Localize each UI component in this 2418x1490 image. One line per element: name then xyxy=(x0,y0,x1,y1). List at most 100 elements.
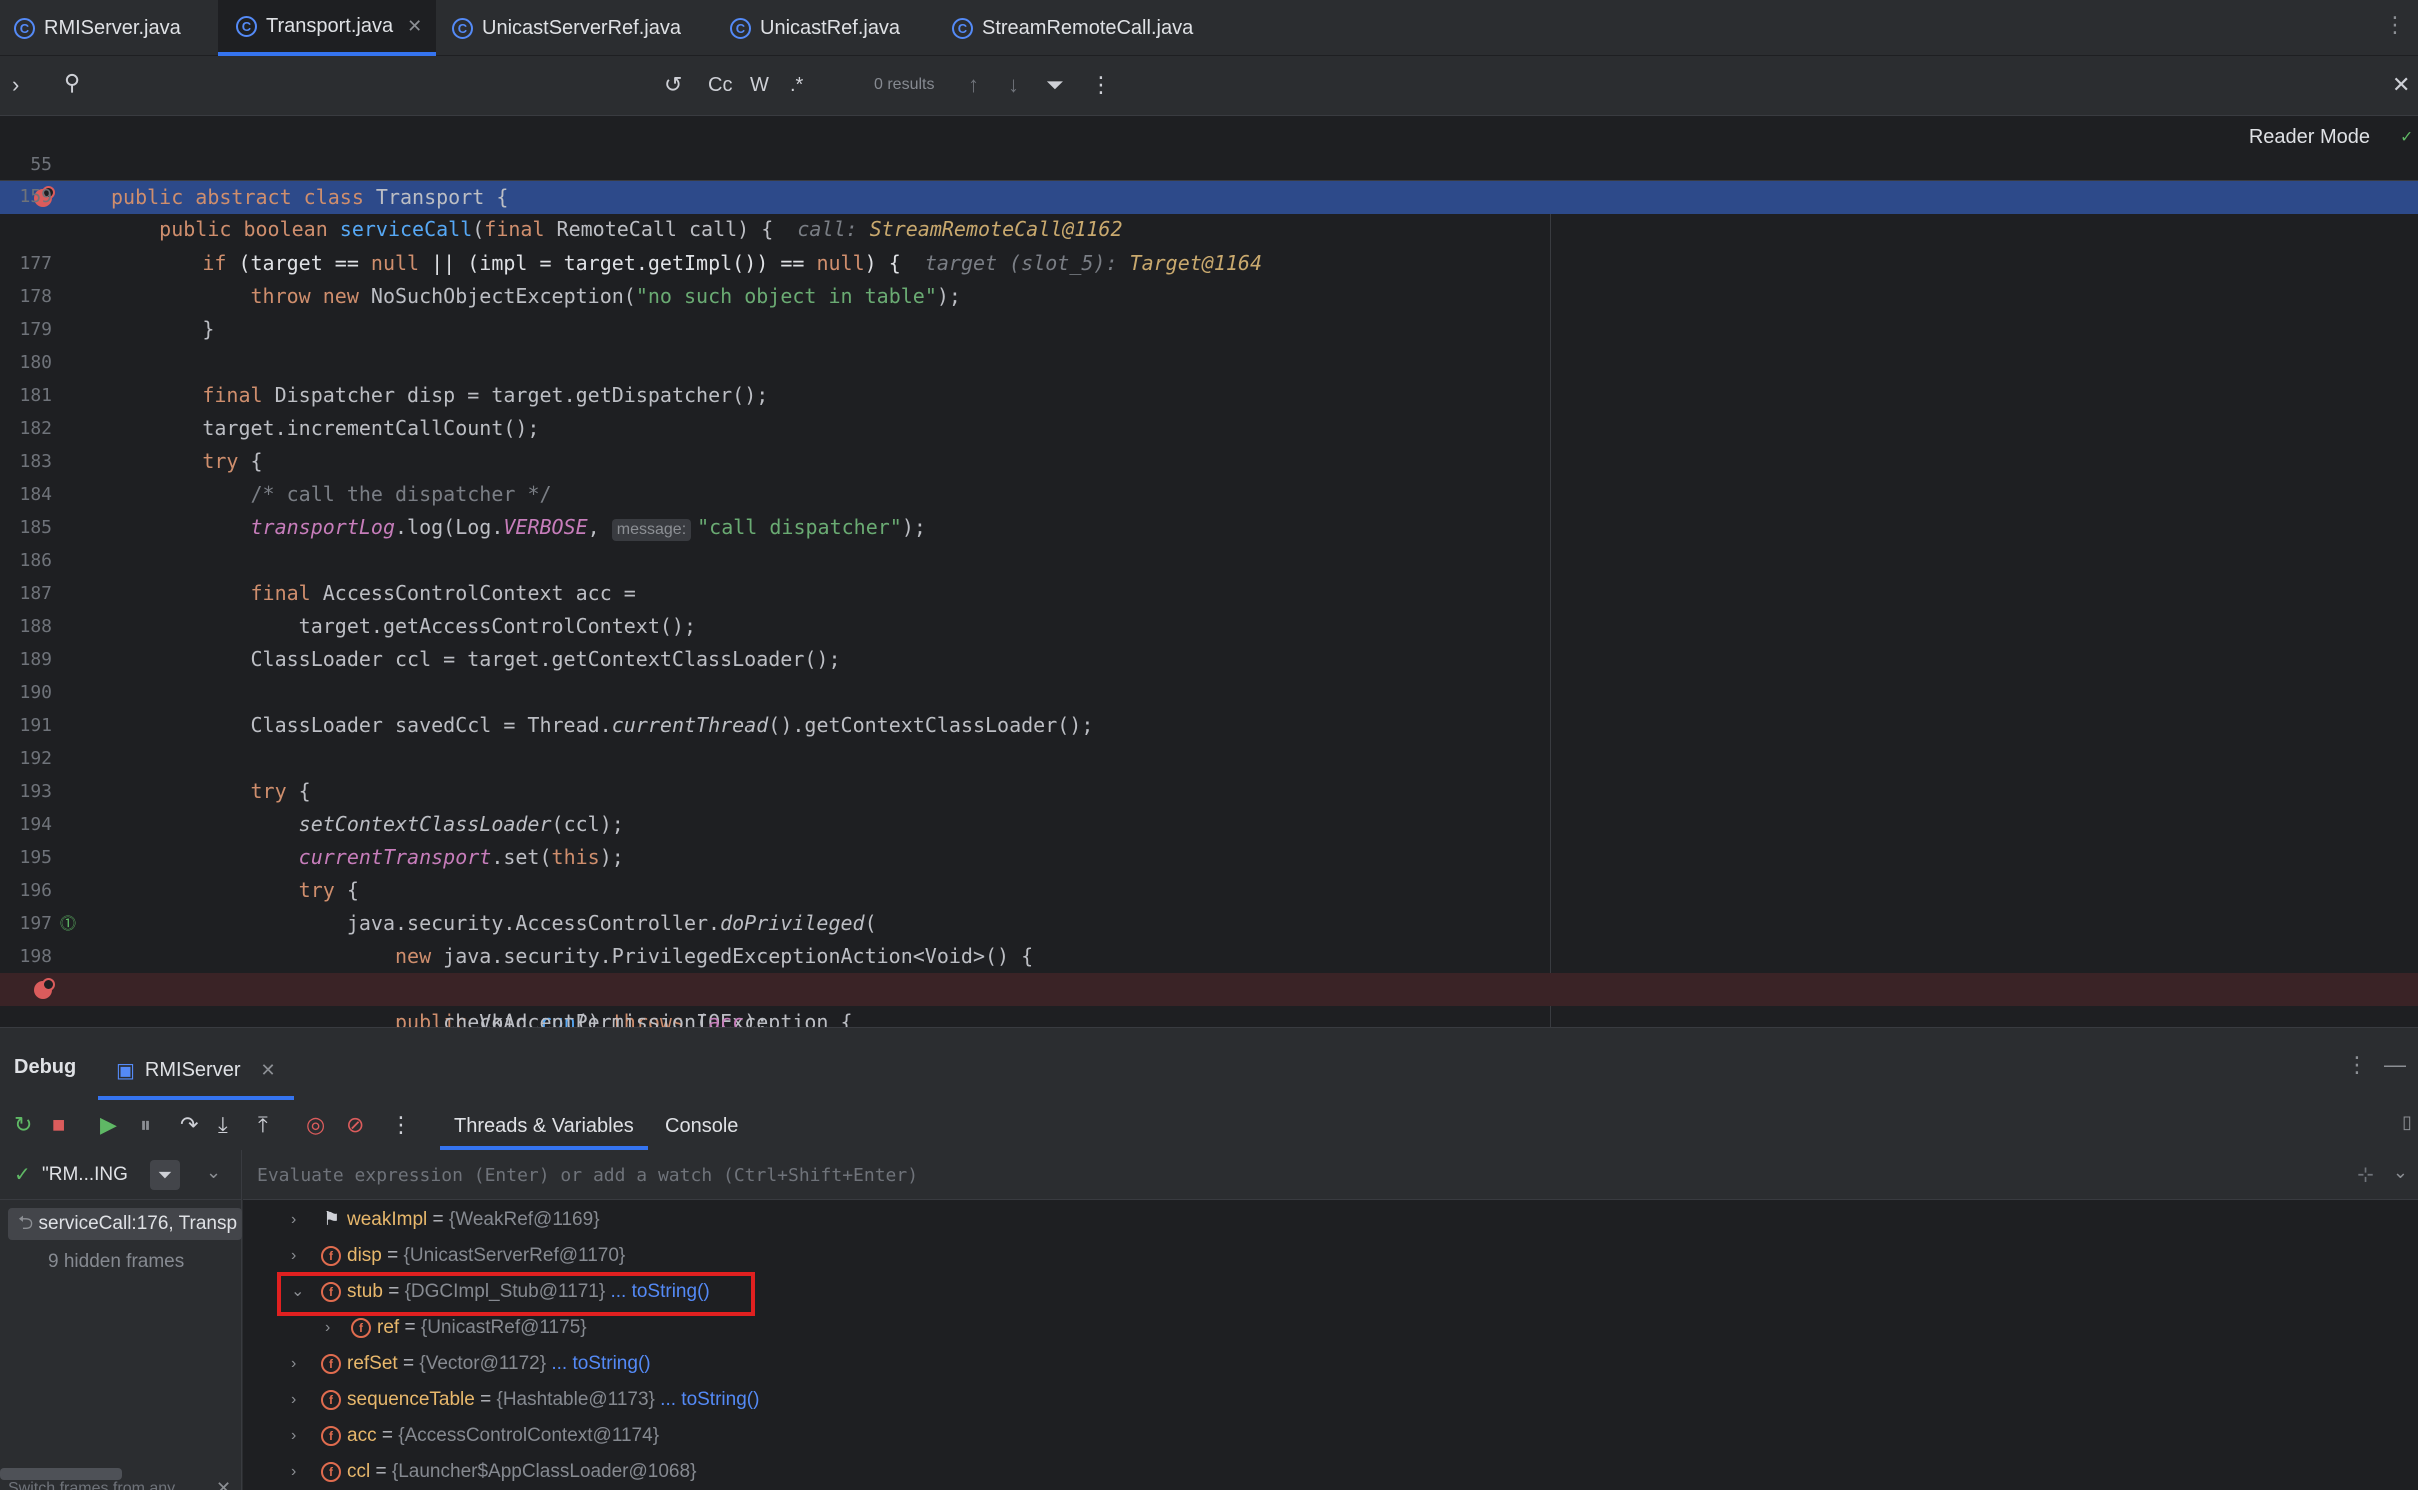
stop-icon[interactable]: ■ xyxy=(52,1112,65,1138)
code-line[interactable]: 179 xyxy=(0,280,2418,340)
code-line[interactable]: 192 try { xyxy=(0,709,2418,803)
layout-icon[interactable]: ▯ xyxy=(2402,1112,2412,1133)
return-arrow-icon: ⮌ xyxy=(18,1213,39,1234)
arrow-up-icon[interactable]: ↑ xyxy=(968,72,979,98)
resume-icon[interactable]: ▶ xyxy=(100,1112,117,1138)
replace-toggle-icon[interactable]: ↺ xyxy=(664,72,682,98)
code-line[interactable]: 184 transportLog.log(Log.VERBOSE, messag… xyxy=(0,445,2418,541)
code-line[interactable]: 186 final AccessControlContext acc = xyxy=(0,511,2418,605)
code-line[interactable]: 194 currentTransport.set(this); xyxy=(0,775,2418,869)
chevron-down-icon[interactable]: ⌄ xyxy=(206,1162,221,1183)
tostring-link[interactable]: ... toString() xyxy=(610,1281,709,1302)
tab-label: UnicastServerRef.java xyxy=(482,16,681,39)
view-breakpoints-icon[interactable]: ◎ xyxy=(306,1112,325,1138)
tab-unicastserverref[interactable]: C UnicastServerRef.java xyxy=(452,0,681,56)
tostring-link[interactable]: ... toString() xyxy=(660,1389,759,1410)
close-icon[interactable]: ✕ xyxy=(2392,72,2410,98)
expand-arrow-icon[interactable]: › xyxy=(291,1454,296,1490)
horizontal-scrollbar[interactable] xyxy=(0,1468,122,1480)
hidden-frames-label[interactable]: 9 hidden frames xyxy=(48,1246,184,1278)
code-line[interactable]: 178 } xyxy=(0,247,2418,341)
collapse-arrow-icon[interactable]: ⌄ xyxy=(291,1274,304,1310)
code-line[interactable]: 198 ⓵ public Void run() throws IOExcepti… xyxy=(0,907,2418,1027)
thread-selector[interactable]: ✓ "RM...ING ⏷ ⌄ xyxy=(0,1150,242,1200)
filter-icon[interactable]: ⏷ xyxy=(1046,72,1064,98)
expand-arrow-icon[interactable]: › xyxy=(291,1382,296,1418)
close-icon[interactable]: ✕ xyxy=(216,1478,231,1490)
implements-gutter-icon[interactable]: ⓵ xyxy=(60,907,76,940)
breakpoint-icon[interactable] xyxy=(34,978,55,999)
tab-unicastref[interactable]: C UnicastRef.java xyxy=(730,0,900,56)
debug-session-tab[interactable]: ▣ RMIServer ✕ xyxy=(98,1044,294,1100)
chevron-right-icon[interactable]: › xyxy=(12,72,19,98)
code-line[interactable]: 195 try { xyxy=(0,808,2418,902)
search-results-count: 0 results xyxy=(874,76,935,93)
code-line[interactable]: 191 xyxy=(0,676,2418,736)
mute-breakpoints-icon[interactable]: ⊘ xyxy=(346,1112,364,1138)
stack-frame-active[interactable]: ⮌ serviceCall:176, Transp xyxy=(8,1208,242,1240)
more-options-icon[interactable]: ⋮ xyxy=(1090,72,1112,98)
more-options-icon[interactable]: ⋮ xyxy=(2346,1052,2368,1078)
thread-name[interactable]: "RM...ING xyxy=(42,1164,128,1186)
tostring-link[interactable]: ... toString() xyxy=(551,1353,650,1374)
minimize-icon[interactable]: — xyxy=(2384,1052,2406,1078)
code-line[interactable]: 183 /* call the dispatcher */ xyxy=(0,412,2418,506)
tab-streamremotecall[interactable]: C StreamRemoteCall.java xyxy=(952,0,1193,56)
code-line[interactable]: 189 xyxy=(0,610,2418,670)
pause-icon[interactable]: ⏸ xyxy=(140,1112,151,1138)
code-line[interactable]: 180 final Dispatcher disp = target.getDi… xyxy=(0,313,2418,407)
code-line[interactable]: 197 new java.security.PrivilegedExceptio… xyxy=(0,874,2418,968)
debug-toolbar: ↻ ■ ▶ ⏸ ↷ ⤓ ⤒ ◎ ⊘ ⋮ Threads & Variables … xyxy=(0,1100,2418,1150)
code-lines: if (target == null || (impl = target.get… xyxy=(0,181,2418,1027)
sticky-class-decl: public abstract class Transport { xyxy=(111,185,509,209)
whole-word-button[interactable]: W xyxy=(750,74,769,97)
session-label: RMIServer xyxy=(144,1058,241,1081)
reader-mode-button[interactable]: Reader Mode xyxy=(2249,121,2370,153)
expand-arrow-icon[interactable]: › xyxy=(291,1238,296,1274)
evaluate-expression-input[interactable] xyxy=(257,1158,2157,1192)
code-line-breakpoint[interactable]: disp.dispatch(impl, call); xyxy=(0,973,2418,1006)
expand-arrow-icon[interactable]: › xyxy=(291,1202,296,1238)
variable-value: {Hashtable@1173} xyxy=(496,1389,655,1410)
code-editor[interactable]: 55 public abstract class Transport { 159… xyxy=(0,117,2418,1027)
add-watch-icon[interactable]: ⊹ xyxy=(2357,1162,2374,1187)
class-icon: C xyxy=(952,17,973,39)
code-line[interactable]: 193 setContextClassLoader(ccl); xyxy=(0,742,2418,836)
tab-transport[interactable]: C Transport.java ✕ xyxy=(218,0,437,56)
code-line[interactable]: 199 checkAcceptPermission(acc); xyxy=(0,940,2418,1027)
variable-name: ref xyxy=(377,1317,400,1338)
close-icon[interactable]: ✕ xyxy=(407,16,422,37)
code-line[interactable]: 182 try { xyxy=(0,379,2418,473)
code-line[interactable]: 181 target.incrementCallCount(); xyxy=(0,346,2418,440)
search-icon[interactable]: ⚲ xyxy=(64,70,80,96)
code-line[interactable]: 196 java.security.AccessController.doPri… xyxy=(0,841,2418,935)
filter-icon[interactable]: ⏷ xyxy=(150,1160,180,1190)
tab-threads-variables[interactable]: Threads & Variables xyxy=(440,1108,648,1150)
tab-label: UnicastRef.java xyxy=(760,16,901,39)
code-line[interactable]: 188 ClassLoader ccl = target.getContextC… xyxy=(0,577,2418,671)
chevron-down-icon[interactable]: ⌄ xyxy=(2393,1162,2408,1183)
frames-panel: ✓ "RM...ING ⏷ ⌄ ⮌ serviceCall:176, Trans… xyxy=(0,1150,242,1490)
rerun-icon[interactable]: ↻ xyxy=(14,1112,32,1138)
regex-button[interactable]: .* xyxy=(790,74,803,97)
code-line[interactable]: 185 xyxy=(0,478,2418,538)
expand-arrow-icon[interactable]: › xyxy=(291,1418,296,1454)
step-out-icon[interactable]: ⤒ xyxy=(258,1112,268,1138)
arrow-down-icon[interactable]: ↓ xyxy=(1008,72,1019,98)
step-over-icon[interactable]: ↷ xyxy=(180,1112,198,1138)
tab-rmiserver[interactable]: C RMIServer.java xyxy=(14,0,181,56)
class-icon: C xyxy=(236,15,257,37)
tab-console[interactable]: Console xyxy=(665,1108,738,1150)
close-icon[interactable]: ✕ xyxy=(260,1060,275,1081)
more-tabs-icon[interactable]: ⋮ xyxy=(2384,12,2406,38)
code-line[interactable]: 190 ClassLoader savedCcl = Thread.curren… xyxy=(0,643,2418,737)
match-case-button[interactable]: Cc xyxy=(708,74,732,97)
step-into-icon[interactable]: ⤓ xyxy=(218,1112,228,1138)
code-line[interactable]: 187 target.getAccessControlContext(); xyxy=(0,544,2418,638)
expand-arrow-icon[interactable]: › xyxy=(325,1310,330,1346)
more-actions-icon[interactable]: ⋮ xyxy=(390,1112,412,1138)
expand-arrow-icon[interactable]: › xyxy=(291,1346,296,1382)
editor-tab-bar: C RMIServer.java C Transport.java ✕ C Un… xyxy=(0,0,2418,56)
variable-name: ccl xyxy=(347,1461,371,1482)
variable-value: {Launcher$AppClassLoader@1068} xyxy=(391,1461,697,1482)
